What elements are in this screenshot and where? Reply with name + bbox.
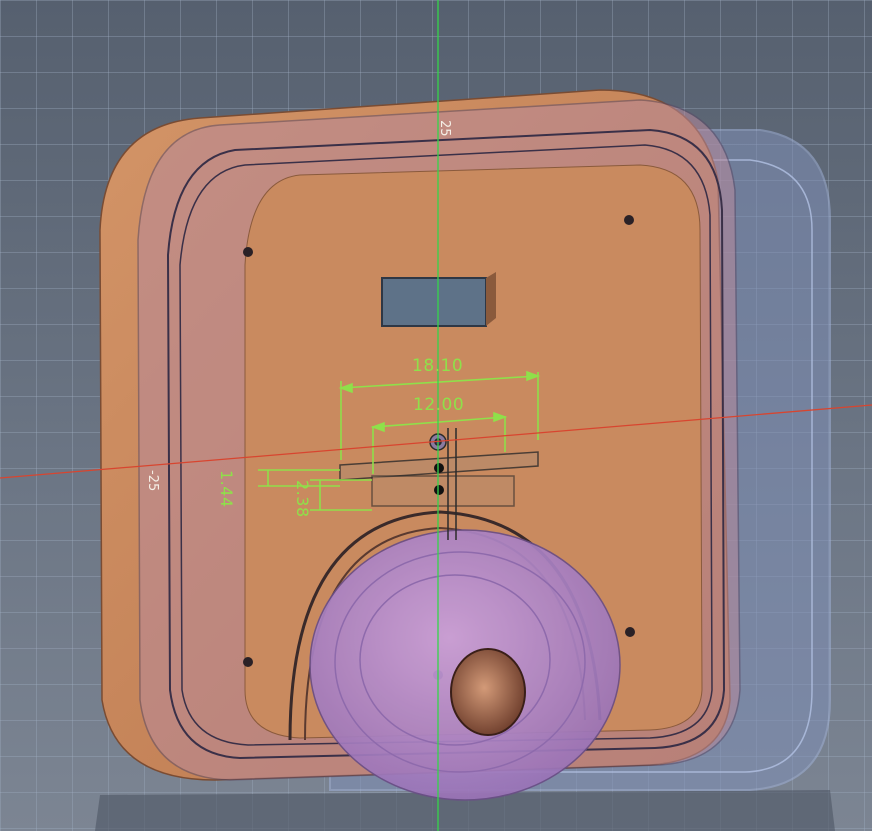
display-cutout-side [486,272,496,326]
3d-viewport[interactable]: 18.10 12.00 1.44 2.38 25 -25 [0,0,872,831]
screw-hole-top-right[interactable] [624,215,634,225]
model-canvas[interactable] [0,0,872,831]
dimension-outer-width[interactable]: 18.10 [412,356,463,376]
screw-hole-top-left[interactable] [243,247,253,257]
screw-hole-bottom-left[interactable] [243,657,253,667]
dimension-vertical-offset[interactable]: 2.38 [293,480,312,518]
dimension-left-offset[interactable]: 1.44 [217,470,236,508]
sketch-point-2[interactable] [434,485,444,495]
knob-shaft-hole[interactable] [450,648,526,736]
screw-hole-bottom-right[interactable] [625,627,635,637]
edge-label-left: -25 [145,470,160,492]
edge-label-top: 25 [437,120,452,137]
sketch-point-1[interactable] [434,463,444,473]
display-cutout[interactable] [381,277,487,327]
dimension-inner-width[interactable]: 12.00 [413,395,464,415]
